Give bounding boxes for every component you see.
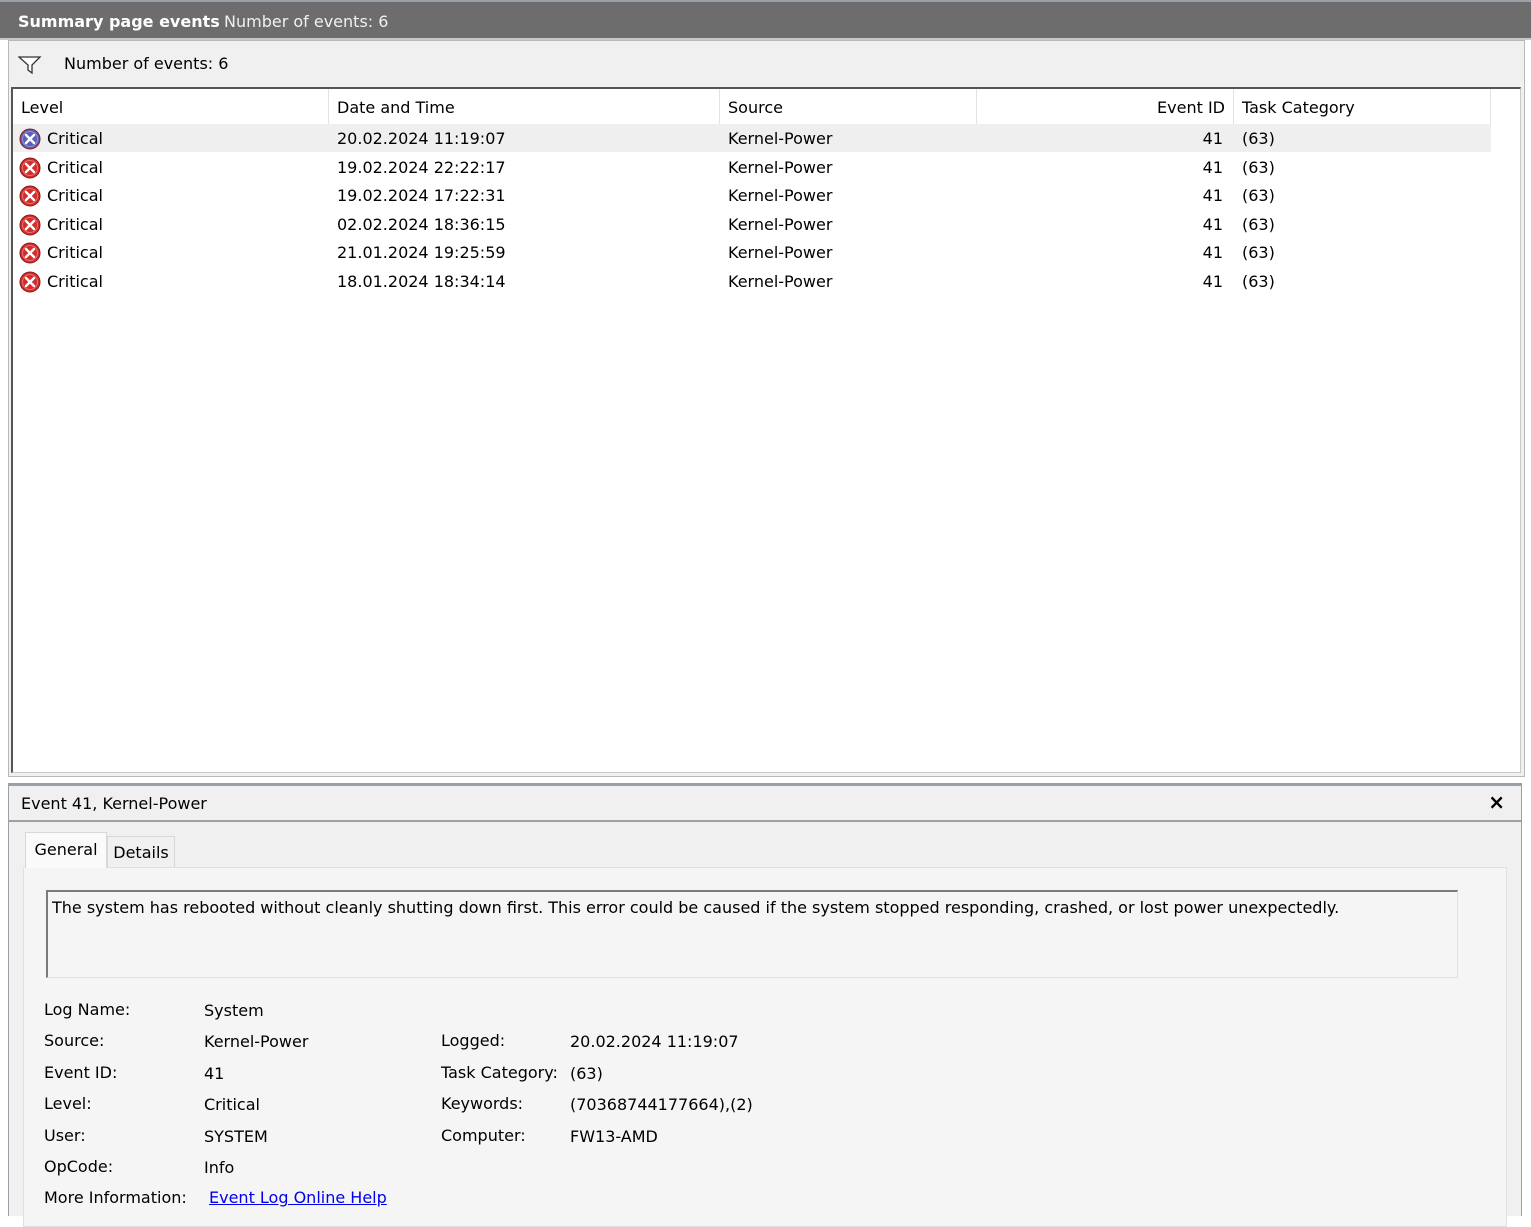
value-event-id: 41 [204,1064,225,1083]
task-category-cell: (63) [1242,129,1275,148]
view-title: Summary page events [18,12,220,31]
label-more-information: More Information: [44,1188,187,1207]
source-cell: Kernel-Power [728,243,833,262]
datetime-cell: 21.01.2024 19:25:59 [337,243,506,262]
label-log-name: Log Name: [44,1000,131,1019]
event-id-cell: 41 [1202,129,1223,148]
event-id-cell: 41 [1202,157,1223,177]
label-opcode: OpCode: [44,1157,114,1176]
critical-error-icon [19,185,41,207]
task-category-cell: (63) [1242,243,1275,262]
table-row[interactable]: Critical 19.02.2024 17:22:31 Kernel-Power 4… [13,181,1491,209]
value-task-category: (63) [570,1064,603,1083]
column-header-task-category[interactable]: Task Category [1234,89,1491,125]
label-event-id: Event ID: [44,1063,118,1082]
critical-error-icon [19,214,41,236]
table-row[interactable]: Critical 19.02.2024 22:22:17 Kernel-Power 4… [13,153,1491,181]
event-detail-pane: Event 41, Kernel-Power × General Details… [8,783,1522,1227]
detail-title: Event 41, Kernel-Power [21,794,207,813]
column-header-level[interactable]: Level [13,89,329,125]
level-cell: Critical [47,129,103,148]
critical-error-icon [19,128,41,150]
source-cell: Kernel-Power [728,129,833,148]
events-pane: Number of events: 6 Level Date and Time … [8,40,1525,777]
tab-general[interactable]: General [25,832,107,868]
table-row[interactable]: Critical 18.01.2024 18:34:14 Kernel-Power 4… [13,267,1491,295]
filter-count-label: Number of events: 6 [64,54,229,73]
value-computer: FW13-AMD [570,1127,658,1146]
filter-icon[interactable] [17,55,42,79]
close-icon[interactable]: × [1488,790,1505,814]
level-cell: Critical [47,157,103,177]
task-category-cell: (63) [1242,214,1275,234]
event-id-cell: 41 [1202,186,1223,205]
label-level: Level: [44,1094,92,1113]
task-category-cell: (63) [1242,157,1275,177]
datetime-cell: 18.01.2024 18:34:14 [337,271,506,291]
event-id-cell: 41 [1202,243,1223,262]
label-task-category: Task Category: [441,1063,558,1082]
datetime-cell: 19.02.2024 22:22:17 [337,157,506,177]
level-cell: Critical [47,243,103,262]
datetime-cell: 02.02.2024 18:36:15 [337,214,506,234]
column-header-source[interactable]: Source [720,89,977,125]
task-category-cell: (63) [1242,271,1275,291]
event-id-cell: 41 [1202,214,1223,234]
list-header: Level Date and Time Source Event ID Task… [13,89,1491,125]
source-cell: Kernel-Power [728,214,833,234]
value-level: Critical [204,1095,260,1114]
table-row[interactable]: Critical 02.02.2024 18:36:15 Kernel-Power 4… [13,210,1491,238]
events-list[interactable]: Level Date and Time Source Event ID Task… [11,87,1521,773]
value-logged: 20.02.2024 11:19:07 [570,1032,739,1051]
label-source: Source: [44,1031,105,1050]
value-user: SYSTEM [204,1127,268,1146]
datetime-cell: 19.02.2024 17:22:31 [337,186,506,205]
level-cell: Critical [47,271,103,291]
label-computer: Computer: [441,1126,526,1145]
value-log-name: System [204,1001,264,1020]
filter-bar: Number of events: 6 [9,41,1524,87]
event-log-online-help-link[interactable]: Event Log Online Help [209,1188,387,1207]
event-id-cell: 41 [1202,271,1223,291]
general-tab-panel: The system has rebooted without cleanly … [23,867,1507,1227]
critical-error-icon [19,271,41,293]
title-bar: Summary page events Number of events: 6 [0,0,1531,40]
column-header-datetime[interactable]: Date and Time [329,89,720,125]
tab-details[interactable]: Details [107,836,175,868]
value-opcode: Info [204,1158,235,1177]
column-header-event-id[interactable]: Event ID [977,89,1234,125]
level-cell: Critical [47,214,103,234]
event-description[interactable]: The system has rebooted without cleanly … [46,890,1458,978]
label-user: User: [44,1126,86,1145]
label-logged: Logged: [441,1031,506,1050]
level-cell: Critical [47,186,103,205]
source-cell: Kernel-Power [728,157,833,177]
detail-header: Event 41, Kernel-Power × [9,786,1521,822]
table-row[interactable]: Critical 20.02.2024 11:19:07 Kernel-Power 4… [13,124,1491,152]
datetime-cell: 20.02.2024 11:19:07 [337,129,506,148]
value-source: Kernel-Power [204,1032,309,1051]
value-keywords: (70368744177664),(2) [570,1095,753,1114]
critical-error-icon [19,242,41,264]
critical-error-icon [19,157,41,179]
source-cell: Kernel-Power [728,186,833,205]
label-keywords: Keywords: [441,1094,524,1113]
task-category-cell: (63) [1242,186,1275,205]
source-cell: Kernel-Power [728,271,833,291]
event-count-header: Number of events: 6 [224,12,389,31]
table-row[interactable]: Critical 21.01.2024 19:25:59 Kernel-Power 4… [13,238,1491,266]
